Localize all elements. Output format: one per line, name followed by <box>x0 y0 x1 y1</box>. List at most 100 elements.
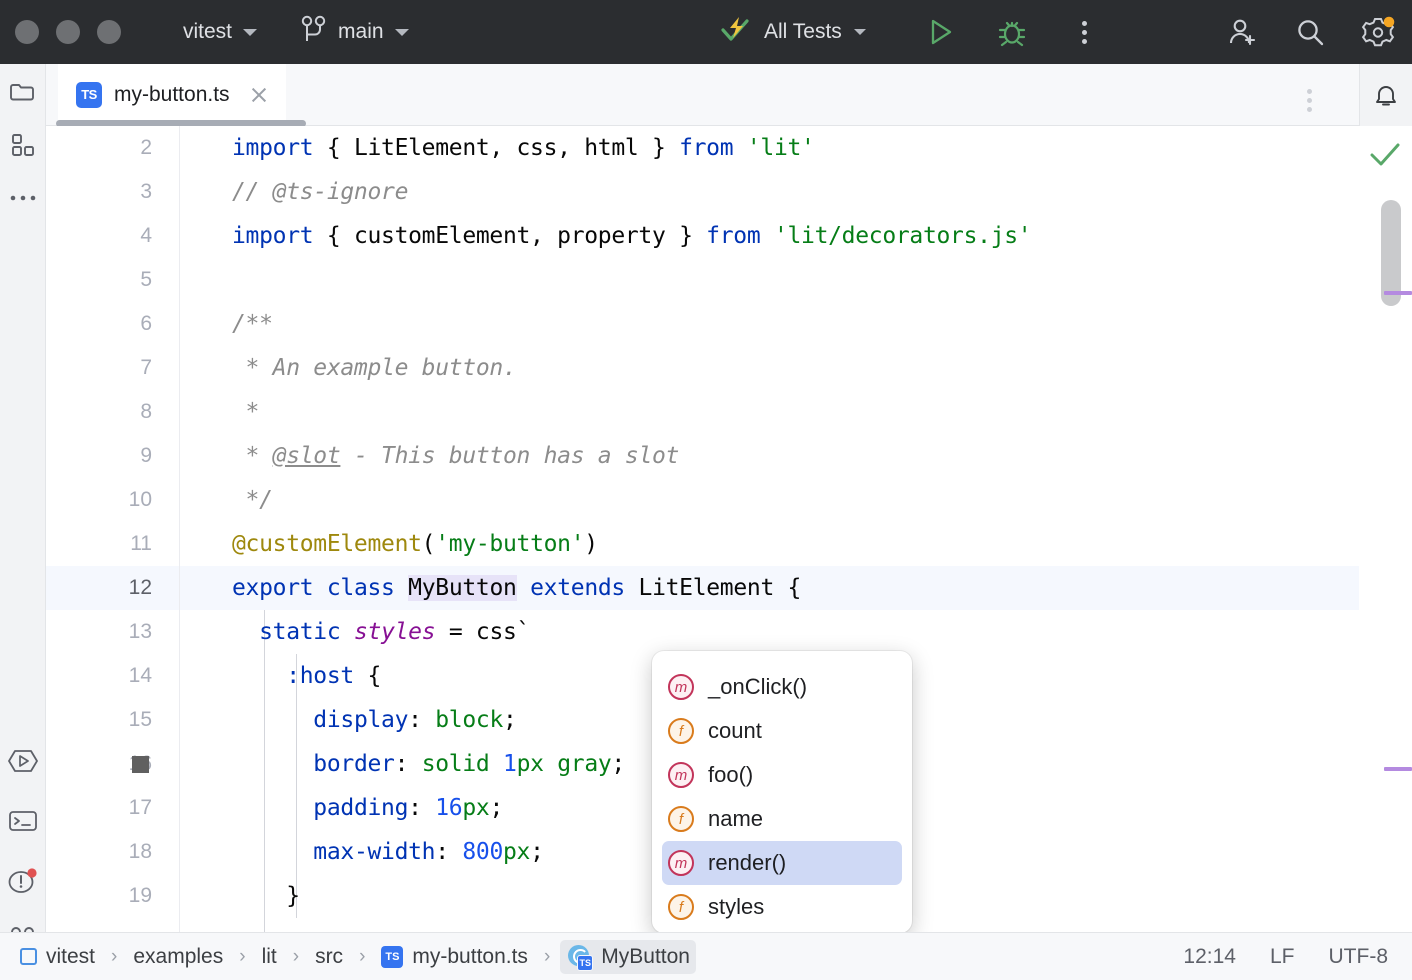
line-number: 8 <box>140 390 152 434</box>
breadcrumb-item-vitest[interactable]: vitest <box>14 941 101 973</box>
editor-tab-my-button[interactable]: TS my-button.ts <box>58 64 286 125</box>
change-marker[interactable] <box>1384 767 1412 771</box>
debug-button[interactable] <box>992 12 1032 52</box>
editor-options-icon[interactable] <box>1289 80 1329 120</box>
line-number: 7 <box>140 346 152 390</box>
settings-gear-icon[interactable] <box>1358 12 1398 52</box>
code-completion-popup[interactable]: m _onClick() f count m foo() f name m re… <box>652 651 912 933</box>
current-line-gutter-highlight <box>46 566 180 610</box>
editor-marker-gutter[interactable] <box>1359 126 1412 932</box>
breadcrumb-label: MyButton <box>601 945 690 969</box>
line-number-gutter: 2 3 4 5 6 7 8 9 10 11 12 13 14 15 16 17 … <box>46 126 180 932</box>
method-icon: m <box>668 850 694 876</box>
branch-name: main <box>338 20 384 44</box>
completion-item[interactable]: f name <box>652 797 912 841</box>
line-number: 9 <box>140 434 152 478</box>
breadcrumb-separator: › <box>359 946 365 968</box>
line-number: 19 <box>129 874 152 918</box>
completion-item-label: foo() <box>708 762 753 788</box>
ts-file-icon: TS <box>76 82 102 108</box>
line-number: 14 <box>129 654 152 698</box>
method-icon: m <box>668 674 694 700</box>
line-number: 12 <box>129 566 152 610</box>
project-name: vitest <box>183 20 232 44</box>
file-encoding[interactable]: UTF-8 <box>1329 945 1389 969</box>
completion-item-label: name <box>708 806 763 832</box>
code-line: static styles = css` <box>232 610 530 654</box>
completion-item-label: styles <box>708 894 764 920</box>
line-number: 6 <box>140 302 152 346</box>
sidebar-item-structure[interactable] <box>8 132 38 162</box>
folder-icon <box>8 78 38 113</box>
breadcrumb-item-lit[interactable]: lit <box>256 941 283 973</box>
sidebar-item-more[interactable] <box>8 184 38 214</box>
code-line: * @slot - This button has a slot <box>232 434 679 478</box>
code-line: * <box>232 390 259 434</box>
breadcrumb-label: lit <box>262 945 277 969</box>
code-line: * An example button. <box>232 346 517 390</box>
breadcrumb-item-file[interactable]: TS my-button.ts <box>375 941 534 973</box>
sidebar-item-terminal[interactable] <box>8 808 38 838</box>
structure-icon <box>9 131 37 164</box>
breadcrumb-item-class[interactable]: TS MyButton <box>560 940 696 974</box>
change-marker[interactable] <box>1384 291 1412 295</box>
maximize-window-button[interactable] <box>97 20 121 44</box>
add-user-icon[interactable] <box>1222 12 1262 52</box>
completion-item[interactable]: f styles <box>652 885 912 929</box>
class-icon: TS <box>566 944 592 970</box>
run-hexagon-icon <box>7 748 39 779</box>
notifications-button[interactable] <box>1371 82 1401 112</box>
status-bar: vitest › examples › lit › src › TS my-bu… <box>0 932 1412 980</box>
breadcrumb: vitest › examples › lit › src › TS my-bu… <box>0 940 696 974</box>
code-line: export class MyButton extends LitElement… <box>232 566 801 610</box>
caret-position[interactable]: 12:14 <box>1183 945 1236 969</box>
code-line: } <box>232 874 300 918</box>
breadcrumb-separator: › <box>293 946 299 968</box>
sidebar-item-project[interactable] <box>8 80 38 110</box>
line-number: 2 <box>140 126 152 170</box>
completion-item[interactable]: m _onClick() <box>652 665 912 709</box>
bell-icon <box>1371 80 1401 115</box>
minimize-window-button[interactable] <box>56 20 80 44</box>
status-bar-right: 12:14 LF UTF-8 <box>1183 945 1412 969</box>
toolbar-right-actions <box>1222 12 1398 52</box>
sidebar-item-run[interactable] <box>8 748 38 778</box>
breadcrumb-separator: › <box>239 946 245 968</box>
project-selector[interactable]: vitest <box>183 20 257 44</box>
run-configuration-selector[interactable]: All Tests <box>718 13 866 52</box>
close-window-button[interactable] <box>15 20 39 44</box>
problems-icon <box>7 867 39 900</box>
chevron-down-icon <box>395 29 409 36</box>
breadcrumb-label: vitest <box>46 945 95 969</box>
run-configuration-name: All Tests <box>764 20 842 44</box>
branch-selector[interactable]: main <box>301 15 409 50</box>
close-icon[interactable] <box>248 84 270 106</box>
line-number: 15 <box>129 698 152 742</box>
chevron-down-icon <box>243 29 257 36</box>
completion-item-label: count <box>708 718 762 744</box>
code-line: max-width: 800px; <box>232 830 544 874</box>
breadcrumb-item-src[interactable]: src <box>309 941 349 973</box>
git-branch-icon <box>301 15 327 50</box>
line-separator[interactable]: LF <box>1270 945 1295 969</box>
search-icon[interactable] <box>1290 12 1330 52</box>
field-icon: f <box>668 806 694 832</box>
breadcrumb-item-examples[interactable]: examples <box>127 941 229 973</box>
more-options-icon[interactable] <box>1064 12 1104 52</box>
code-line: display: block; <box>232 698 517 742</box>
run-button[interactable] <box>920 12 960 52</box>
sidebar-item-problems[interactable] <box>8 868 38 898</box>
breadcrumb-label: src <box>315 945 343 969</box>
breadcrumb-label: my-button.ts <box>412 945 528 969</box>
field-icon: f <box>668 718 694 744</box>
completion-item[interactable]: f count <box>652 709 912 753</box>
code-line: border: solid 1px gray; <box>232 742 625 786</box>
css-color-preview-swatch[interactable] <box>132 756 149 773</box>
code-line: import { customElement, property } from … <box>232 214 1031 258</box>
completion-item[interactable]: m foo() <box>652 753 912 797</box>
line-number: 11 <box>130 522 152 566</box>
tab-label: my-button.ts <box>114 83 230 107</box>
line-number: 18 <box>129 830 152 874</box>
completion-item-selected[interactable]: m render() <box>662 841 902 885</box>
inspection-status-icon[interactable] <box>1368 140 1402 175</box>
